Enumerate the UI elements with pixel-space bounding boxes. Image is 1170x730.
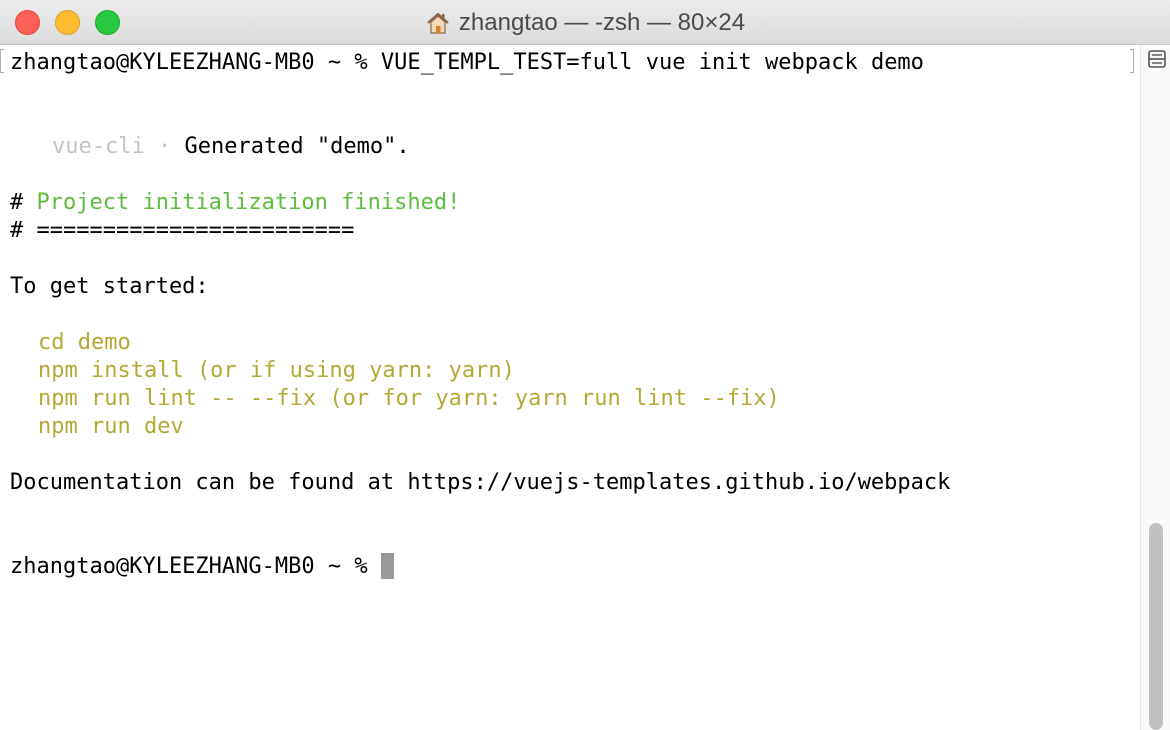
vertical-scrollbar[interactable] <box>1140 45 1170 730</box>
vue-cli-label: vue-cli <box>52 134 145 159</box>
finished-hash: # <box>10 190 37 215</box>
text-cursor <box>380 553 394 579</box>
scrollbar-thumb[interactable] <box>1149 523 1163 730</box>
generated-text: Generated "demo". <box>184 134 410 159</box>
home-icon <box>425 10 451 36</box>
divider-line: # ======================== <box>10 218 355 243</box>
generated-line: vue-cli · Generated "demo". <box>52 133 410 161</box>
terminal-content[interactable]: zhangtao@KYLEEZHANG-MB0 ~ % VUE_TEMPL_TE… <box>0 45 1140 730</box>
command-line: zhangtao@KYLEEZHANG-MB0 ~ % VUE_TEMPL_TE… <box>10 49 924 77</box>
title-bar[interactable]: zhangtao — -zsh — 80×24 <box>0 0 1170 45</box>
terminal-window: zhangtao — -zsh — 80×24 zhangtao@KYLEEZH… <box>0 0 1170 730</box>
prompt: zhangtao@KYLEEZHANG-MB0 ~ % <box>10 50 381 75</box>
generated-separator: · <box>144 134 185 159</box>
step-line: npm install (or if using yarn: yarn) <box>38 358 515 383</box>
finished-text: Project initialization finished! <box>36 190 461 215</box>
finished-line: # Project initialization finished! <box>10 189 460 217</box>
window-title-group: zhangtao — -zsh — 80×24 <box>0 0 1170 45</box>
step-line: npm run lint -- --fix (or for yarn: yarn… <box>38 386 780 411</box>
command-text: VUE_TEMPL_TEST=full vue init webpack dem… <box>380 50 924 75</box>
final-prompt-line[interactable]: zhangtao@KYLEEZHANG-MB0 ~ % <box>10 553 394 581</box>
started-line: To get started: <box>10 274 209 299</box>
step-line: cd demo <box>38 330 131 355</box>
window-title: zhangtao — -zsh — 80×24 <box>458 8 746 36</box>
step-line: npm run dev <box>38 414 184 439</box>
mark-bracket-right <box>1130 49 1134 73</box>
mark-bracket-left <box>0 49 4 73</box>
docs-line: Documentation can be found at https://vu… <box>10 470 951 495</box>
split-pane-icon[interactable] <box>1148 50 1166 68</box>
prompt: zhangtao@KYLEEZHANG-MB0 ~ % <box>10 554 381 579</box>
